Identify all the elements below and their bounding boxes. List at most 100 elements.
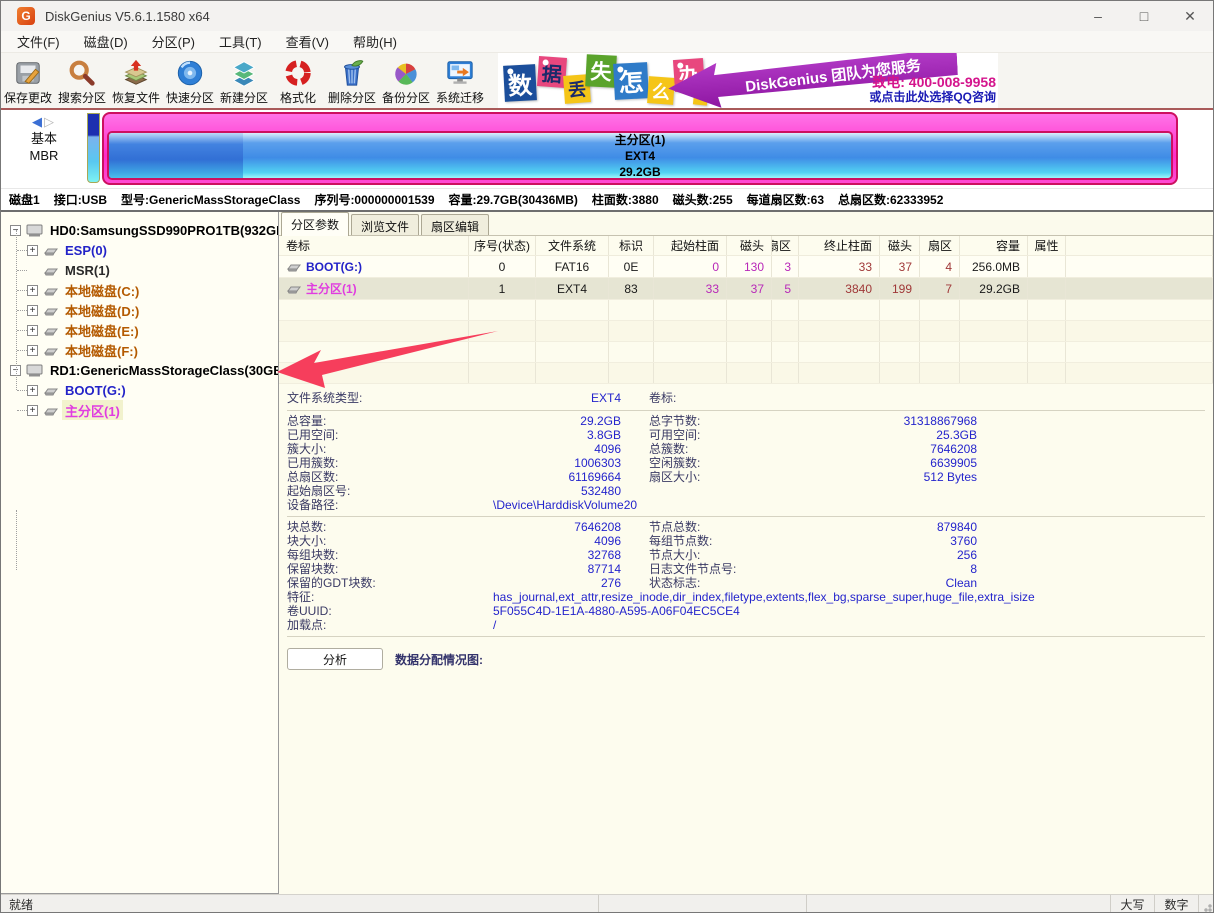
- toolbar: 保存更改 搜索分区 恢复文件 快速分区 新建分区: [1, 53, 1213, 110]
- delete-partition-button[interactable]: 删除分区: [325, 53, 379, 108]
- expand-icon[interactable]: [27, 305, 38, 316]
- tree-item-disk-c[interactable]: 本地磁盘(C:): [1, 280, 278, 300]
- partition-icon: [43, 265, 58, 276]
- disk-sectors-per-track: 每道扇区数:63: [747, 191, 824, 208]
- search-partition-button[interactable]: 搜索分区: [55, 53, 109, 108]
- menu-tools[interactable]: 工具(T): [207, 31, 274, 52]
- tree-item-hd0[interactable]: HD0:SamsungSSD990PRO1TB(932GB: [1, 220, 278, 240]
- caps-lock-indicator: 大写: [1111, 895, 1155, 913]
- partition-icon: [43, 305, 58, 316]
- hard-disk-icon: [26, 363, 43, 378]
- tree-item-msr[interactable]: MSR(1): [1, 260, 278, 280]
- partition-icon: [43, 405, 58, 416]
- table-empty-row: [279, 363, 1213, 384]
- disk-info-bar: 磁盘1 接口:USB 型号:GenericMassStorageClass 序列…: [1, 188, 1213, 212]
- table-row-boot[interactable]: BOOT(G:) 0 FAT16 0E 0 130 3 33 37 4 256.…: [279, 256, 1213, 278]
- menu-file[interactable]: 文件(F): [5, 31, 72, 52]
- segment-capacity: 29.2GB: [619, 164, 660, 180]
- menu-view[interactable]: 查看(V): [274, 31, 341, 52]
- tree-item-rd1[interactable]: RD1:GenericMassStorageClass(30GB): [1, 360, 278, 380]
- backup-partition-button[interactable]: 备份分区: [379, 53, 433, 108]
- partition-icon: [43, 285, 58, 296]
- ad-tile: 怎: [613, 62, 649, 100]
- save-changes-button[interactable]: 保存更改: [1, 53, 55, 108]
- format-icon: [283, 56, 313, 89]
- partition-bar-segment[interactable]: 主分区(1) EXT4 29.2GB: [107, 131, 1173, 180]
- expand-icon[interactable]: [27, 285, 38, 296]
- expand-icon[interactable]: [27, 385, 38, 396]
- tab-browse-files[interactable]: 浏览文件: [351, 214, 419, 235]
- disk-bar: 主分区(1) EXT4 29.2GB: [102, 112, 1178, 185]
- analyze-button[interactable]: 分析: [287, 648, 383, 670]
- prev-disk-arrow-icon[interactable]: ◀: [32, 114, 44, 129]
- partition-detail-panel: 分区参数 浏览文件 扇区编辑 卷标 序号(状态) 文件系统 标识 起始柱面 磁头…: [279, 212, 1213, 894]
- tree-item-primary-partition[interactable]: 主分区(1): [1, 400, 278, 420]
- diskgenius-window: G DiskGenius V5.6.1.1580 x64 – □ ✕ 文件(F)…: [0, 0, 1214, 913]
- disk-heads: 磁头数:255: [673, 191, 733, 208]
- menu-help[interactable]: 帮助(H): [341, 31, 409, 52]
- new-partition-button[interactable]: 新建分区: [217, 53, 271, 108]
- divider: [287, 516, 1205, 517]
- system-migration-button[interactable]: 系统迁移: [433, 53, 487, 108]
- ad-phone: 致电: 400-008-9958: [869, 75, 996, 90]
- filesystem-details: 文件系统类型: EXT4 卷标: 总容量:29.2GB总字节数:31318867…: [279, 384, 1213, 640]
- partition-icon: [43, 245, 58, 256]
- tree-item-boot-g[interactable]: BOOT(G:): [1, 380, 278, 400]
- segment-filesystem: EXT4: [625, 148, 655, 164]
- next-disk-arrow-icon[interactable]: ▷: [44, 114, 56, 129]
- hard-disk-icon: [26, 223, 43, 238]
- ad-qq-link[interactable]: 或点击此处选择QQ咨询: [869, 90, 996, 105]
- menu-disk[interactable]: 磁盘(D): [72, 31, 140, 52]
- num-lock-indicator: 数字: [1155, 895, 1199, 913]
- recover-files-button[interactable]: 恢复文件: [109, 53, 163, 108]
- quick-partition-button[interactable]: 快速分区: [163, 53, 217, 108]
- partition-icon: [286, 283, 301, 294]
- table-header: 卷标 序号(状态) 文件系统 标识 起始柱面 磁头 扇区 终止柱面 磁头 扇区 …: [279, 236, 1213, 256]
- tree-item-disk-f[interactable]: 本地磁盘(F:): [1, 340, 278, 360]
- table-row-primary-partition[interactable]: 主分区(1) 1 EXT4 83 33 37 5 3840 199 7 29.2…: [279, 278, 1213, 300]
- quick-partition-icon: [175, 56, 205, 89]
- format-button[interactable]: 格式化: [271, 53, 325, 108]
- disk-model: 型号:GenericMassStorageClass: [121, 191, 300, 208]
- disk-total-sectors: 总扇区数:62333952: [838, 191, 943, 208]
- tab-sector-edit[interactable]: 扇区编辑: [421, 214, 489, 235]
- ad-tile: 数: [503, 64, 537, 102]
- partition-overview: ◀▷ 基本 MBR 主分区(1) EXT4 29.2GB: [1, 110, 1213, 188]
- device-tree: HD0:SamsungSSD990PRO1TB(932GB ESP(0) MSR…: [1, 212, 279, 894]
- tree-item-esp[interactable]: ESP(0): [1, 240, 278, 260]
- tab-partition-parameters[interactable]: 分区参数: [281, 212, 349, 236]
- partition-icon: [43, 385, 58, 396]
- expand-icon[interactable]: [27, 405, 38, 416]
- close-button[interactable]: ✕: [1167, 1, 1213, 31]
- title-bar: G DiskGenius V5.6.1.1580 x64 – □ ✕: [1, 1, 1213, 31]
- minimize-button[interactable]: –: [1075, 1, 1121, 31]
- delete-partition-icon: [337, 56, 367, 89]
- table-empty-row: [279, 321, 1213, 342]
- disk-number: 磁盘1: [9, 191, 40, 208]
- resize-grip[interactable]: [1199, 895, 1213, 913]
- tree-item-disk-d[interactable]: 本地磁盘(D:): [1, 300, 278, 320]
- partition-icon: [43, 345, 58, 356]
- disk-serial: 序列号:000000001539: [314, 191, 434, 208]
- partition-icon: [286, 261, 301, 272]
- ad-tile: 据: [537, 56, 567, 88]
- status-bar: 就绪 大写 数字: [1, 894, 1213, 913]
- status-ready: 就绪: [1, 895, 599, 913]
- tree-item-disk-e[interactable]: 本地磁盘(E:): [1, 320, 278, 340]
- expand-icon[interactable]: [27, 245, 38, 256]
- search-partition-icon: [67, 56, 97, 89]
- expand-icon[interactable]: [27, 325, 38, 336]
- maximize-button[interactable]: □: [1121, 1, 1167, 31]
- table-empty-row: [279, 342, 1213, 363]
- save-changes-icon: [13, 56, 43, 89]
- tab-bar: 分区参数 浏览文件 扇区编辑: [279, 212, 1213, 236]
- recover-files-icon: [121, 56, 151, 89]
- disk-interface: 接口:USB: [54, 191, 107, 208]
- ad-tile: 失: [585, 54, 617, 88]
- expand-icon[interactable]: [27, 345, 38, 356]
- status-segment: [807, 895, 1111, 913]
- menu-partition[interactable]: 分区(P): [140, 31, 207, 52]
- partition-scheme-label: MBR: [1, 147, 87, 164]
- disk-capacity: 容量:29.7GB(30436MB): [449, 191, 578, 208]
- ad-banner[interactable]: 数 据 丢 失 怎 么 办 ! DiskGenius 团队为您服务 致电: 40…: [498, 53, 998, 108]
